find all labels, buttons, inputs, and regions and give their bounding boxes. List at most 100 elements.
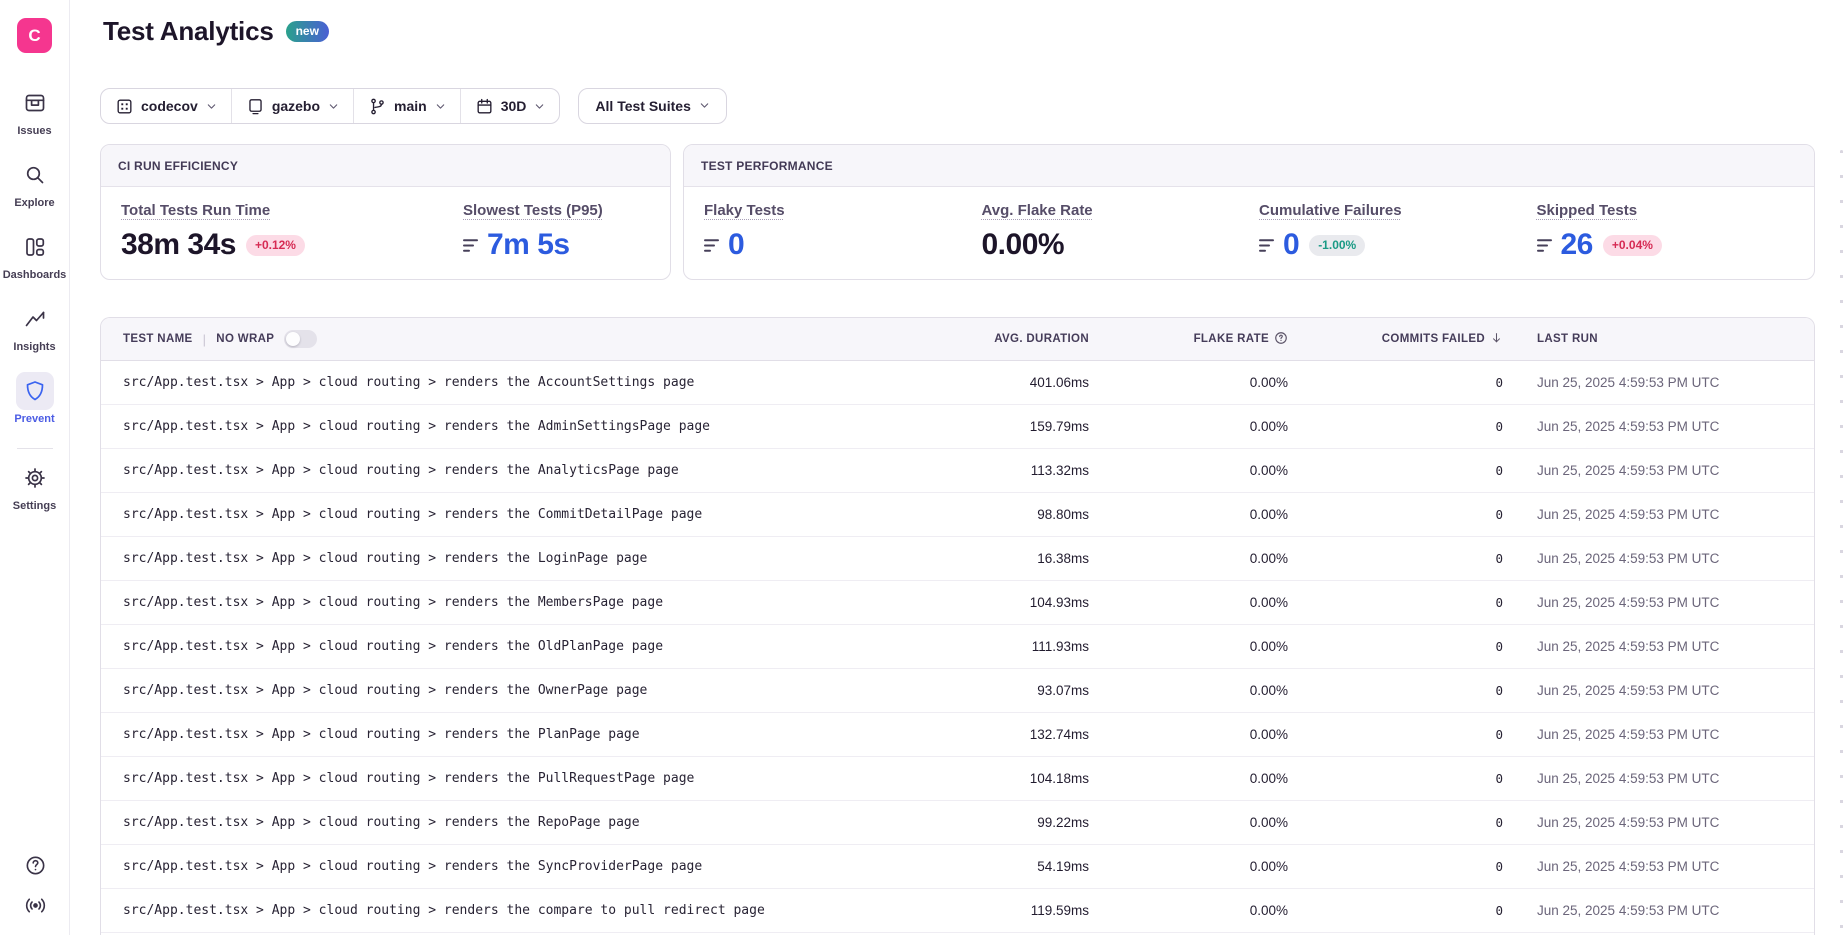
avg-duration: 98.80ms <box>989 507 1089 522</box>
toggle-knob <box>286 332 300 346</box>
metric-label[interactable]: Skipped Tests <box>1537 202 1638 219</box>
table-header: TEST NAME | NO WRAP AVG. DURATION FLAKE … <box>101 318 1814 361</box>
sidebar-item-settings[interactable]: Settings <box>0 459 69 527</box>
summary-panels: CI RUN EFFICIENCY Total Tests Run Time38… <box>100 144 1815 280</box>
commits-failed: 0 <box>1288 903 1503 918</box>
sidebar-item-dashboards[interactable]: Dashboards <box>0 228 69 296</box>
avg-duration: 16.38ms <box>989 551 1089 566</box>
test-suites-dropdown[interactable]: All Test Suites <box>578 88 726 124</box>
trend-badge: +0.12% <box>246 235 305 256</box>
avg-duration: 99.22ms <box>989 815 1089 830</box>
no-wrap-label: NO WRAP <box>216 333 274 345</box>
metric-label[interactable]: Slowest Tests (P95) <box>463 202 603 219</box>
flake-rate: 0.00% <box>1089 639 1288 654</box>
filter-label: 30D <box>501 98 527 114</box>
table-row: src/App.test.tsx > App > cloud routing >… <box>101 493 1814 537</box>
last-run-column-header[interactable]: LAST RUN <box>1503 333 1814 345</box>
no-wrap-toggle[interactable] <box>284 330 317 348</box>
sidebar-item-label: Prevent <box>14 413 54 425</box>
filter-bar: codecovgazebomain 30D All Test Suites <box>100 88 727 124</box>
org-avatar[interactable]: C <box>17 18 52 53</box>
metric-value[interactable]: 7m 5s <box>487 228 570 262</box>
commits-failed-column-header[interactable]: COMMITS FAILED <box>1288 331 1503 348</box>
test-performance-panel: TEST PERFORMANCE Flaky Tests0Avg. Flake … <box>683 144 1815 280</box>
last-run: Jun 25, 2025 4:59:53 PM UTC <box>1503 815 1814 830</box>
flake-rate-column-header[interactable]: FLAKE RATE <box>1089 331 1288 348</box>
main-content: Test Analytics new codecovgazebomain30D … <box>70 0 1845 935</box>
table-row: src/App.test.tsx > App > cloud routing >… <box>101 405 1814 449</box>
avg-duration: 119.59ms <box>989 903 1089 918</box>
last-run: Jun 25, 2025 4:59:53 PM UTC <box>1503 551 1814 566</box>
metric: Flaky Tests 0 <box>704 202 982 262</box>
scrollbar[interactable] <box>1840 150 1843 930</box>
trend-badge: -1.00% <box>1309 235 1365 256</box>
nav-icon-pill <box>16 459 54 497</box>
nav-icon-pill <box>16 156 54 194</box>
broadcast-icon[interactable] <box>24 894 47 917</box>
test-name: src/App.test.tsx > App > cloud routing >… <box>101 771 989 786</box>
avg-duration-column-header[interactable]: AVG. DURATION <box>989 333 1089 345</box>
metric-label[interactable]: Cumulative Failures <box>1259 202 1402 219</box>
avg-duration: 159.79ms <box>989 419 1089 434</box>
commits-failed: 0 <box>1288 639 1503 654</box>
metric-value[interactable]: 26 <box>1561 228 1593 262</box>
column-label: FLAKE RATE <box>1194 333 1269 345</box>
last-run: Jun 25, 2025 4:59:53 PM UTC <box>1503 727 1814 742</box>
last-run: Jun 25, 2025 4:59:53 PM UTC <box>1503 771 1814 786</box>
info-icon[interactable] <box>1274 331 1288 348</box>
sidebar-bottom <box>0 854 70 917</box>
test-name: src/App.test.tsx > App > cloud routing >… <box>101 419 989 434</box>
filter-icon[interactable] <box>463 238 480 253</box>
table-row: src/App.test.tsx > App > cloud routing >… <box>101 801 1814 845</box>
metric-label[interactable]: Avg. Flake Rate <box>982 202 1093 219</box>
calendar-icon <box>475 97 494 116</box>
metric-value: 0.00% <box>982 228 1065 262</box>
filter-main-dropdown[interactable]: main <box>354 89 461 123</box>
table-row: src/App.test.tsx > App > cloud routing >… <box>101 889 1814 933</box>
commits-failed: 0 <box>1288 683 1503 698</box>
table-row: src/App.test.tsx > App > cloud routing >… <box>101 537 1814 581</box>
help-icon[interactable] <box>24 854 47 877</box>
flake-rate: 0.00% <box>1089 463 1288 478</box>
filter-icon[interactable] <box>704 238 721 253</box>
filter-gazebo-dropdown[interactable]: gazebo <box>232 89 354 123</box>
avg-duration: 93.07ms <box>989 683 1089 698</box>
trend-badge: +0.04% <box>1603 235 1662 256</box>
sidebar-item-explore[interactable]: Explore <box>0 156 69 224</box>
last-run: Jun 25, 2025 4:59:53 PM UTC <box>1503 595 1814 610</box>
sidebar: C IssuesExploreDashboards Insights Prevent… <box>0 0 70 935</box>
last-run: Jun 25, 2025 4:59:53 PM UTC <box>1503 903 1814 918</box>
table-row: src/App.test.tsx > App > cloud routing >… <box>101 757 1814 801</box>
test-name: src/App.test.tsx > App > cloud routing >… <box>101 859 989 874</box>
table-row: src/App.test.tsx > App > cloud routing >… <box>101 361 1814 405</box>
metric-value[interactable]: 0 <box>728 228 744 262</box>
insights-icon <box>23 307 47 331</box>
last-run: Jun 25, 2025 4:59:53 PM UTC <box>1503 463 1814 478</box>
issues-icon <box>23 91 47 115</box>
panel-title: CI RUN EFFICIENCY <box>101 145 670 187</box>
test-name: src/App.test.tsx > App > cloud routing >… <box>101 903 989 918</box>
flake-rate: 0.00% <box>1089 815 1288 830</box>
metric-label[interactable]: Total Tests Run Time <box>121 202 270 219</box>
commits-failed: 0 <box>1288 507 1503 522</box>
chevron-down-icon <box>534 101 545 112</box>
chevron-down-icon <box>328 101 339 112</box>
metric-value[interactable]: 0 <box>1283 228 1299 262</box>
filter-icon[interactable] <box>1537 238 1554 253</box>
org-icon <box>115 97 134 116</box>
filter-icon[interactable] <box>1259 238 1276 253</box>
sidebar-item-label: Insights <box>13 341 55 353</box>
column-label: COMMITS FAILED <box>1382 333 1485 345</box>
sidebar-item-prevent[interactable]: Prevent <box>0 372 69 440</box>
panel-body: Total Tests Run Time38m 34s+0.12%Slowest… <box>101 187 670 262</box>
filter-30d-dropdown[interactable]: 30D <box>461 89 560 123</box>
flake-rate: 0.00% <box>1089 507 1288 522</box>
last-run: Jun 25, 2025 4:59:53 PM UTC <box>1503 507 1814 522</box>
tests-table: TEST NAME | NO WRAP AVG. DURATION FLAKE … <box>100 317 1815 935</box>
commits-failed: 0 <box>1288 551 1503 566</box>
metric-label[interactable]: Flaky Tests <box>704 202 785 219</box>
sidebar-item-issues[interactable]: Issues <box>0 84 69 152</box>
sidebar-item-insights[interactable]: Insights <box>0 300 69 368</box>
filter-codecov-dropdown[interactable]: codecov <box>101 89 232 123</box>
branch-icon <box>368 97 387 116</box>
